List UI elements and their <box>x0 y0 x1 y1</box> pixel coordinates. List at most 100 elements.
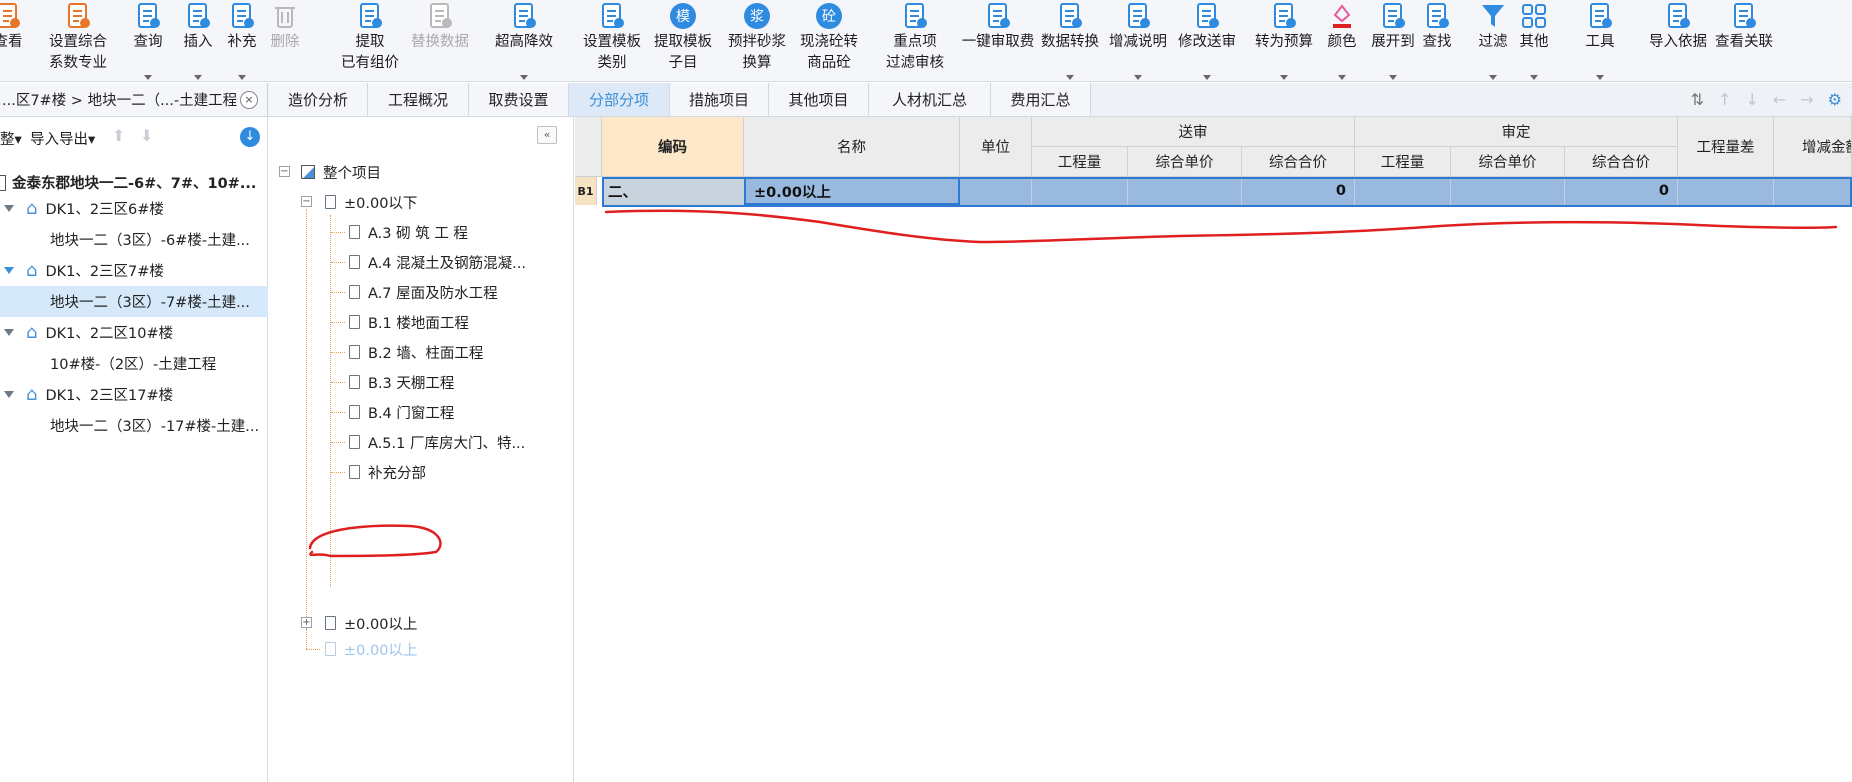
cell-sub-price[interactable] <box>1128 177 1242 205</box>
toolbar-button-1[interactable]: 设置综合 系数专业 <box>38 0 118 82</box>
sort-icon[interactable]: ⇅ <box>1691 90 1704 109</box>
tree-section-item[interactable]: 补充分部 <box>349 459 426 485</box>
toolbar-button-22[interactable]: 过滤 <box>1473 0 1513 82</box>
cell-app-total[interactable]: 0 <box>1565 177 1678 205</box>
tree-group-below[interactable]: ±0.00以下 <box>325 189 417 215</box>
toolbar-button-10[interactable]: 模提取模板 子目 <box>643 0 723 82</box>
project-menu-button[interactable]: 整▾ <box>0 128 22 149</box>
tree-section-item[interactable]: A.4 混凝土及钢筋混凝... <box>349 249 526 275</box>
toolbar-button-19[interactable]: 颜色 <box>1322 0 1362 82</box>
collapse-panel-icon[interactable]: « <box>537 126 557 144</box>
column-header-app-total[interactable]: 综合合价 <box>1565 147 1678 177</box>
cell-sub-total[interactable]: 0 <box>1242 177 1355 205</box>
unit-project-node[interactable]: 地块一二（3区）-17#楼-土建... <box>0 410 268 441</box>
expand-arrow-icon[interactable] <box>4 205 14 212</box>
toolbar-button-21[interactable]: 查找 <box>1417 0 1457 82</box>
column-header-app-price[interactable]: 综合单价 <box>1451 147 1565 177</box>
toolbar-button-23[interactable]: 其他 <box>1514 0 1554 82</box>
toolbar-button-4[interactable]: 补充 <box>222 0 262 82</box>
building-node[interactable]: ⌂ DK1、2三区6#楼 <box>0 193 268 224</box>
cell-name[interactable]: ±0.00以上 <box>744 177 960 205</box>
tab-2[interactable]: 取费设置 <box>469 83 569 116</box>
arrow-up-icon[interactable]: ↑ <box>1718 90 1731 109</box>
toolbar-button-16[interactable]: 增减说明 <box>1103 0 1173 82</box>
toolbar-button-5[interactable]: 删除 <box>265 0 305 82</box>
tree-section-item[interactable]: B.2 墙、柱面工程 <box>349 339 483 365</box>
tree-section-item[interactable]: A.3 砌 筑 工 程 <box>349 219 468 245</box>
column-header-code[interactable]: 编码 <box>602 117 744 177</box>
column-header-sub-price[interactable]: 综合单价 <box>1128 147 1242 177</box>
cell-app-qty[interactable] <box>1355 177 1451 205</box>
cell-code[interactable]: 二、 <box>602 177 744 205</box>
toolbar-button-25[interactable]: 导入依据 <box>1643 0 1713 82</box>
tree-group-above-new[interactable]: ±0.00以上 <box>325 636 417 662</box>
tab-3[interactable]: 分部分项 <box>569 83 670 116</box>
tab-6[interactable]: 人材机汇总 <box>869 83 991 116</box>
tree-section-item[interactable]: B.4 门窗工程 <box>349 399 454 425</box>
breadcrumb[interactable]: ...区7#楼 > 地块一二（...-土建工程 <box>0 83 268 116</box>
tree-section-item[interactable]: A.5.1 厂库房大门、特... <box>349 429 525 455</box>
building-node[interactable]: ⌂ DK1、2三区7#楼 <box>0 255 268 286</box>
download-icon[interactable]: ↓ <box>240 127 260 147</box>
column-header-increase[interactable]: 增减金额 <box>1774 117 1852 177</box>
move-up-icon[interactable]: ⬆ <box>112 126 125 145</box>
toolbar-button-8[interactable]: 超高降效 <box>484 0 564 82</box>
row-number[interactable]: B1 <box>575 177 597 205</box>
close-icon[interactable]: × <box>240 91 258 109</box>
arrow-left-icon[interactable]: ← <box>1773 90 1786 109</box>
toolbar-button-20[interactable]: 展开到 <box>1365 0 1421 82</box>
unit-project-node[interactable]: 10#楼-（2区）-土建工程 <box>0 348 268 379</box>
cell-increase[interactable] <box>1774 177 1852 205</box>
settings-icon[interactable]: ⚙ <box>1828 90 1842 109</box>
toolbar-button-18[interactable]: 转为预算 <box>1242 0 1326 82</box>
expand-toggle[interactable]: + <box>301 617 312 628</box>
toolbar-button-14[interactable]: 一键审取费 <box>953 0 1043 82</box>
tree-section-item[interactable]: B.3 天棚工程 <box>349 369 454 395</box>
column-header-sub-qty[interactable]: 工程量 <box>1032 147 1128 177</box>
toolbar-button-26[interactable]: 查看关联 <box>1709 0 1779 82</box>
tab-7[interactable]: 费用汇总 <box>991 83 1091 116</box>
cell-app-price[interactable] <box>1451 177 1565 205</box>
toolbar-button-7[interactable]: 替换数据 <box>400 0 480 82</box>
building-node[interactable]: ⌂ DK1、2二区10#楼 <box>0 317 268 348</box>
expand-arrow-icon[interactable] <box>4 391 14 398</box>
expand-arrow-icon[interactable] <box>4 329 14 336</box>
column-header-sub-total[interactable]: 综合合价 <box>1242 147 1355 177</box>
toolbar-button-0[interactable]: 查看 <box>0 0 30 82</box>
tree-section-item[interactable]: B.1 楼地面工程 <box>349 309 469 335</box>
expand-arrow-icon[interactable] <box>4 267 14 274</box>
toolbar-button-13[interactable]: 重点项 过滤审核 <box>875 0 955 82</box>
toolbar-button-17[interactable]: 修改送审 <box>1172 0 1242 82</box>
cell-qty-diff[interactable] <box>1678 177 1774 205</box>
toolbar-button-24[interactable]: 工具 <box>1580 0 1620 82</box>
tree-section-item[interactable]: A.7 屋面及防水工程 <box>349 279 498 305</box>
move-down-icon[interactable]: ⬇ <box>140 126 153 145</box>
toolbar-button-11[interactable]: 浆预拌砂浆 换算 <box>717 0 797 82</box>
column-header-unit[interactable]: 单位 <box>960 117 1032 177</box>
column-header-name[interactable]: 名称 <box>744 117 960 177</box>
tree-root[interactable]: 整个项目 <box>301 159 381 185</box>
arrow-right-icon[interactable]: → <box>1800 90 1813 109</box>
import-export-button[interactable]: 导入导出▾ <box>30 128 95 149</box>
tab-1[interactable]: 工程概况 <box>368 83 469 116</box>
column-header-qty-diff[interactable]: 工程量差 <box>1678 117 1774 177</box>
arrow-down-icon[interactable]: ↓ <box>1745 90 1758 109</box>
toolbar-button-6[interactable]: 提取 已有组价 <box>330 0 410 82</box>
toolbar-button-3[interactable]: 插入 <box>178 0 218 82</box>
cell-sub-qty[interactable] <box>1032 177 1128 205</box>
tab-5[interactable]: 其他项目 <box>769 83 869 116</box>
unit-project-node[interactable]: 地块一二（3区）-6#楼-土建... <box>0 224 268 255</box>
unit-project-node[interactable]: 地块一二（3区）-7#楼-土建... <box>0 286 268 317</box>
tab-4[interactable]: 措施项目 <box>670 83 769 116</box>
column-header-app-qty[interactable]: 工程量 <box>1355 147 1451 177</box>
toolbar-button-9[interactable]: 设置模板 类别 <box>572 0 652 82</box>
toolbar-button-15[interactable]: 数据转换 <box>1035 0 1105 82</box>
building-node[interactable]: ⌂ DK1、2三区17#楼 <box>0 379 268 410</box>
tree-group-above[interactable]: ±0.00以上 <box>325 610 417 636</box>
toolbar-button-12[interactable]: 砼现浇砼转 商品砼 <box>789 0 869 82</box>
tab-0[interactable]: 造价分析 <box>269 83 368 116</box>
collapse-toggle[interactable]: − <box>279 166 290 177</box>
toolbar-button-2[interactable]: 查询 <box>128 0 168 82</box>
cell-unit[interactable] <box>960 177 1032 205</box>
collapse-toggle[interactable]: − <box>301 196 312 207</box>
